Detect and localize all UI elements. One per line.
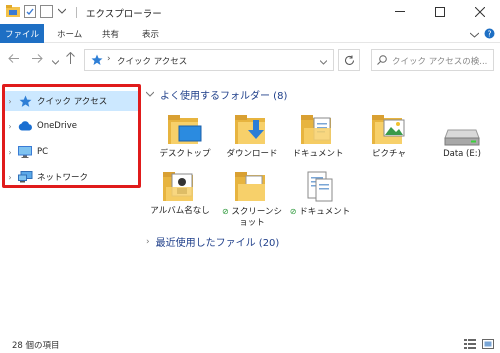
tab-file[interactable]: ファイル — [0, 24, 44, 43]
check-icon: ⊘ — [289, 207, 297, 216]
item-label: Data (E:) — [443, 149, 481, 159]
status-bar: 28 個の項目 — [0, 336, 500, 353]
recent-files-header[interactable]: › 最近使用したファイル (20) — [146, 234, 280, 250]
documents-folder-icon — [288, 163, 352, 203]
item-label: ダウンロード — [226, 149, 278, 159]
chevron-right-icon[interactable]: › — [146, 237, 150, 247]
maximize-button[interactable] — [420, 0, 460, 24]
album-folder-icon — [148, 163, 212, 203]
folder-icon — [220, 163, 284, 203]
tab-view[interactable]: 表示 — [142, 24, 159, 43]
item-label: ドキュメント — [292, 149, 344, 159]
folder-item-desktop[interactable]: デスクトップ — [153, 106, 217, 160]
search-input[interactable]: クイック アクセスの検... — [392, 55, 487, 67]
properties-icon[interactable] — [24, 5, 36, 21]
search-icon — [377, 55, 387, 68]
item-label: ⊘ ドキュメント — [289, 207, 351, 217]
pictures-folder-icon — [357, 106, 421, 146]
item-count: 28 個の項目 — [12, 341, 60, 351]
close-button[interactable] — [460, 0, 500, 24]
back-button[interactable] — [8, 53, 19, 66]
breadcrumb-chevron-icon: › — [107, 54, 111, 64]
new-folder-icon[interactable] — [40, 5, 53, 21]
details-view-icon[interactable] — [464, 339, 476, 352]
folder-item-album[interactable]: アルバム名なし — [148, 163, 212, 217]
forward-button[interactable] — [32, 53, 43, 66]
star-icon — [91, 54, 103, 69]
tab-home[interactable]: ホーム — [57, 24, 82, 43]
window-title: エクスプローラー — [86, 9, 162, 20]
folder-item-downloads[interactable]: ダウンロード — [220, 106, 284, 160]
ribbon-tabs: ファイル ホーム 共有 表示 ? — [0, 24, 500, 43]
drive-icon — [430, 106, 494, 146]
item-label: アルバム名なし — [150, 206, 210, 216]
help-icon[interactable]: ? — [484, 28, 495, 42]
item-label: ⊘ スクリーンショット — [222, 207, 282, 228]
chevron-down-icon[interactable] — [319, 58, 328, 68]
folder-item-documents-2[interactable]: ⊘ ドキュメント — [288, 163, 352, 218]
search-box[interactable]: クイック アクセスの検... — [371, 49, 494, 71]
title-divider — [76, 7, 77, 18]
large-icons-view-icon[interactable] — [482, 339, 494, 352]
section-title: 最近使用したファイル (20) — [155, 238, 280, 249]
folder-item-documents[interactable]: ドキュメント — [286, 106, 350, 160]
minimize-button[interactable] — [380, 0, 420, 24]
desktop-folder-icon — [153, 106, 217, 146]
chevron-down-icon[interactable] — [57, 7, 67, 17]
folder-item-screenshots[interactable]: ⊘ スクリーンショット — [220, 163, 284, 229]
item-label: デスクトップ — [159, 149, 211, 159]
up-button[interactable] — [66, 51, 75, 67]
folder-icon[interactable] — [6, 5, 20, 20]
chevron-down-icon[interactable] — [145, 90, 155, 100]
title-bar: エクスプローラー — [0, 0, 500, 24]
sidebar-highlight-frame — [2, 84, 141, 188]
address-bar[interactable]: › クイック アクセス — [84, 49, 334, 71]
svg-text:?: ? — [488, 29, 492, 38]
expand-ribbon-icon[interactable] — [469, 31, 480, 41]
folder-item-pictures[interactable]: ピクチャ — [357, 106, 421, 160]
navigation-bar: › クイック アクセス クイック アクセスの検... — [0, 44, 500, 76]
recent-locations-icon[interactable] — [51, 55, 60, 68]
tab-share[interactable]: 共有 — [102, 24, 119, 43]
address-text: クイック アクセス — [117, 57, 188, 67]
item-label: ピクチャ — [372, 149, 406, 159]
check-icon: ⊘ — [222, 207, 229, 216]
section-title: よく使用するフォルダー (8) — [160, 91, 288, 102]
frequent-folders-header[interactable]: よく使用するフォルダー (8) — [145, 87, 288, 102]
download-folder-icon — [220, 106, 284, 146]
drive-item-data[interactable]: Data (E:) — [430, 106, 494, 160]
refresh-button[interactable] — [338, 49, 360, 71]
documents-folder-icon — [286, 106, 350, 146]
